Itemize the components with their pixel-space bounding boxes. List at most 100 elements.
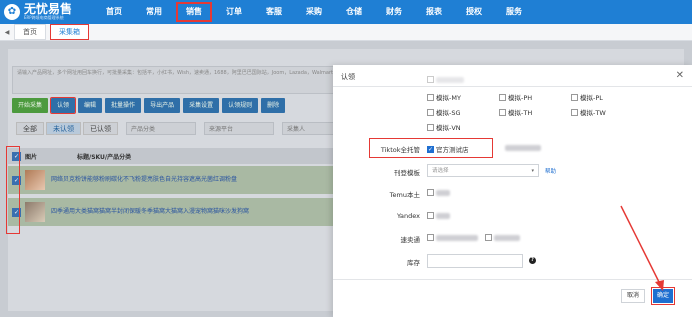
brand-subtitle: ERP跨境电商管理系统: [24, 15, 64, 20]
table-row[interactable]: ✓ 网络贝克粉饼能够粉刷碳化不飞粉提亮肤色自光持容遮高光菌红调粉盘: [8, 166, 336, 194]
source-platform-select[interactable]: 来源平台: [204, 122, 274, 135]
product-title[interactable]: 四季通用大类猫窝猫窝半封闭保暖冬季猫窝大猫窝入漫宠物窝猫咪沙发狗窝: [51, 208, 291, 216]
help-question-icon[interactable]: ?: [529, 257, 536, 264]
checkbox[interactable]: [485, 234, 492, 241]
stock-input[interactable]: [427, 254, 523, 268]
product-thumbnail: [25, 170, 45, 190]
redacted-text: [436, 212, 450, 219]
mock-option-pl[interactable]: 模拟-PL: [571, 92, 603, 102]
checkbox-checked[interactable]: ✓: [427, 145, 434, 153]
checkbox[interactable]: [427, 93, 434, 101]
tab-home[interactable]: 首页: [14, 24, 46, 40]
checkbox[interactable]: [427, 234, 434, 241]
brand-name: 无忧易售: [24, 2, 73, 16]
dialog-header: 认领 ✕: [333, 65, 692, 87]
yandex-label: Yandex: [396, 212, 420, 220]
nav-sales[interactable]: 销售: [174, 0, 214, 24]
nav-warehouse[interactable]: 仓储: [334, 0, 374, 24]
redacted-text: [436, 189, 450, 196]
main-nav: 首页 常用 销售 订单 客服 采购 仓储 财务 报表 授权 服务: [94, 0, 534, 24]
checkbox[interactable]: [571, 93, 578, 101]
filter-bar: 全部 未认领 已认领 产品分类 来源平台 采集人: [16, 122, 352, 135]
nav-reports[interactable]: 报表: [414, 0, 454, 24]
tab-scroll-left-icon[interactable]: ◀: [0, 29, 14, 36]
octopus-logo-icon: ✿: [4, 4, 20, 20]
dialog-footer-divider: [333, 279, 692, 280]
export-products-button[interactable]: 导出产品: [144, 98, 181, 113]
mock-option-tw[interactable]: 模拟-TW: [571, 107, 606, 117]
option-label: 模拟-PH: [508, 94, 533, 102]
checkbox[interactable]: [427, 189, 434, 196]
nav-orders[interactable]: 订单: [214, 0, 254, 24]
category-select[interactable]: 产品分类: [126, 122, 196, 135]
mock-option-th[interactable]: 模拟-TH: [499, 107, 532, 117]
checkbox[interactable]: [427, 123, 434, 131]
yandex-option[interactable]: [427, 212, 450, 219]
help-link[interactable]: 帮助: [545, 167, 556, 175]
checkbox[interactable]: [571, 108, 578, 116]
mock-option-my[interactable]: 模拟-MY: [427, 92, 461, 102]
product-thumbnail: [25, 202, 45, 222]
checkbox[interactable]: [427, 108, 434, 116]
table-header: ✓ 图片 标题/SKU/产品分类: [8, 148, 336, 164]
confirm-button[interactable]: 确定: [653, 289, 673, 303]
collect-settings-button[interactable]: 采集设置: [183, 98, 220, 113]
claim-dialog: 认领 ✕ 模拟-MY 模拟-PH 模拟-PL 模拟-SG 模拟-TH 模拟-TW…: [333, 65, 692, 317]
batch-ops-button[interactable]: 批量操作: [105, 98, 142, 113]
redacted-text: [436, 234, 478, 241]
claim-rules-button[interactable]: 认领规则: [222, 98, 259, 113]
nav-purchase[interactable]: 采购: [294, 0, 334, 24]
aliexpress-option[interactable]: [427, 234, 478, 241]
delete-button[interactable]: 删除: [261, 98, 286, 113]
nav-service[interactable]: 客服: [254, 0, 294, 24]
template-label: 刊登模板: [394, 169, 420, 177]
collection-toolbar: 开始采集 认领 编辑 批量操作 导出产品 采集设置 认领规则 删除: [12, 97, 286, 114]
redacted-text: [505, 145, 541, 151]
tiktok-store-option[interactable]: ✓ 官方测试店: [427, 144, 469, 154]
filter-unclaimed[interactable]: 未认领: [46, 122, 81, 135]
mock-option-sg[interactable]: 模拟-SG: [427, 107, 461, 117]
template-select[interactable]: 请选择 ▾: [427, 164, 539, 177]
temu-label: Temu本土: [389, 191, 420, 199]
aliexpress-label: 速卖通: [400, 236, 421, 244]
nav-authorize[interactable]: 授权: [454, 0, 494, 24]
redacted-text: [436, 76, 464, 83]
caret-down-icon: ▾: [531, 168, 534, 174]
nav-services[interactable]: 服务: [494, 0, 534, 24]
select-placeholder: 请选择: [432, 168, 449, 174]
nav-common[interactable]: 常用: [134, 0, 174, 24]
aliexpress-option-2[interactable]: [485, 234, 520, 241]
mock-option-partial[interactable]: [427, 76, 464, 83]
option-label: 模拟-SG: [436, 109, 461, 117]
page-tabbar: ◀ 首页 采集箱: [0, 24, 692, 41]
tab-collection-box[interactable]: 采集箱: [50, 24, 89, 40]
mock-option-vn[interactable]: 模拟-VN: [427, 122, 461, 132]
filter-all[interactable]: 全部: [16, 122, 44, 135]
claim-button[interactable]: 认领: [50, 97, 77, 114]
product-title[interactable]: 网络贝克粉饼能够粉刷碳化不飞粉提亮肤色自光持容遮高光菌红调粉盘: [51, 176, 291, 184]
nav-finance[interactable]: 财务: [374, 0, 414, 24]
option-label: 模拟-VN: [436, 124, 461, 132]
option-label: 模拟-PL: [580, 94, 603, 102]
option-label: 模拟-TH: [508, 109, 533, 117]
checkbox-highlight: [6, 146, 20, 234]
edit-button[interactable]: 编辑: [78, 98, 103, 113]
store-label: 官方测试店: [436, 146, 469, 154]
mock-option-ph[interactable]: 模拟-PH: [499, 92, 532, 102]
brand-logo[interactable]: ✿ 无忧易售 ERP跨境电商管理系统: [0, 3, 86, 21]
cancel-button[interactable]: 取消: [621, 289, 645, 303]
filter-claimed[interactable]: 已认领: [83, 122, 118, 135]
redacted-text: [494, 234, 520, 241]
col-title: 标题/SKU/产品分类: [77, 153, 132, 161]
checkbox[interactable]: [499, 93, 506, 101]
checkbox[interactable]: [427, 76, 434, 83]
close-icon[interactable]: ✕: [676, 70, 684, 81]
temu-option[interactable]: [427, 189, 450, 196]
start-collect-button[interactable]: 开始采集: [12, 98, 49, 113]
top-navbar: ✿ 无忧易售 ERP跨境电商管理系统 首页 常用 销售 订单 客服 采购 仓储 …: [0, 0, 692, 24]
checkbox[interactable]: [499, 108, 506, 116]
col-image: 图片: [25, 153, 38, 161]
checkbox[interactable]: [427, 212, 434, 219]
nav-home[interactable]: 首页: [94, 0, 134, 24]
table-row[interactable]: ✓ 四季通用大类猫窝猫窝半封闭保暖冬季猫窝大猫窝入漫宠物窝猫咪沙发狗窝: [8, 198, 336, 226]
